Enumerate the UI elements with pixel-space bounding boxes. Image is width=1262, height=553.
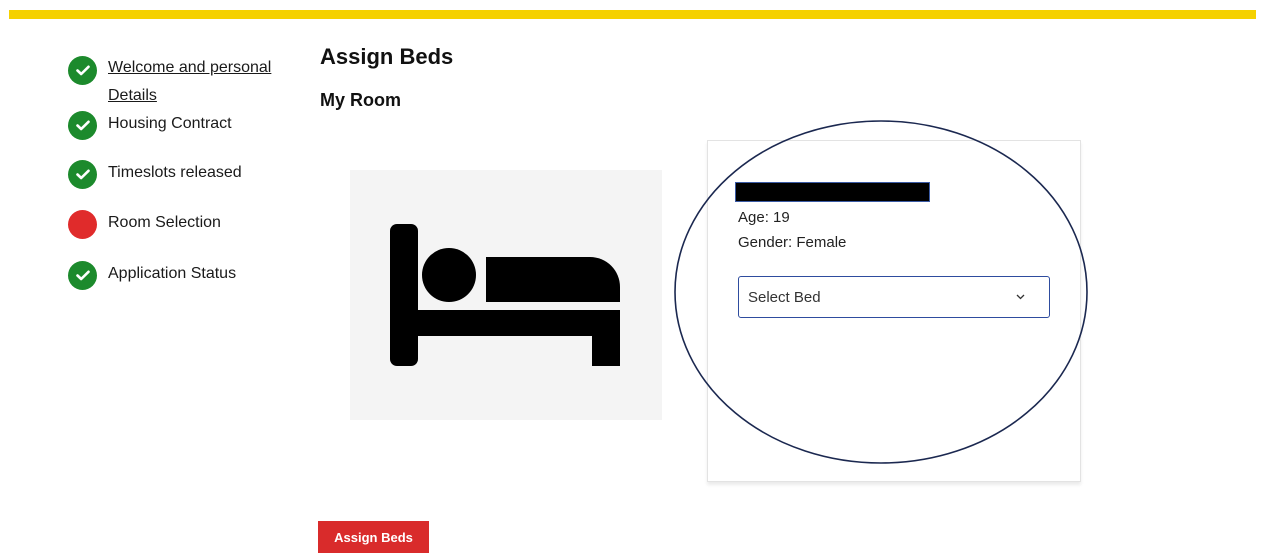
bed-select[interactable]: Select Bed	[738, 276, 1050, 318]
step-label: Application Status	[108, 265, 237, 282]
bed-icon	[390, 224, 620, 366]
brand-top-bar	[9, 10, 1256, 19]
occupant-gender: Gender: Female	[738, 234, 847, 251]
occupant-age: Age: 19	[738, 209, 790, 226]
page-title: Assign Beds	[320, 44, 454, 69]
step-welcome-personal-details[interactable]: Welcome and personal Details	[68, 56, 298, 110]
step-label-link[interactable]: Welcome and personal Details	[108, 54, 298, 110]
step-housing-contract: Housing Contract	[68, 111, 232, 140]
step-label: Timeslots released	[108, 164, 242, 181]
red-dot-icon	[68, 210, 97, 239]
room-image	[350, 170, 662, 420]
step-label: Room Selection	[108, 214, 221, 231]
assign-beds-button[interactable]: Assign Beds	[318, 521, 429, 553]
check-circle-icon	[68, 111, 97, 140]
check-circle-icon	[68, 261, 97, 290]
redacted-name	[735, 182, 930, 202]
step-timeslots-released: Timeslots released	[68, 160, 242, 189]
step-application-status: Application Status	[68, 261, 236, 290]
bed-select-value: Select Bed	[748, 288, 821, 306]
section-title: My Room	[320, 90, 401, 110]
step-room-selection: Room Selection	[68, 210, 221, 239]
check-circle-icon	[68, 56, 97, 85]
step-label: Housing Contract	[108, 115, 232, 132]
check-circle-icon	[68, 160, 97, 189]
chevron-down-icon	[1014, 291, 1026, 303]
